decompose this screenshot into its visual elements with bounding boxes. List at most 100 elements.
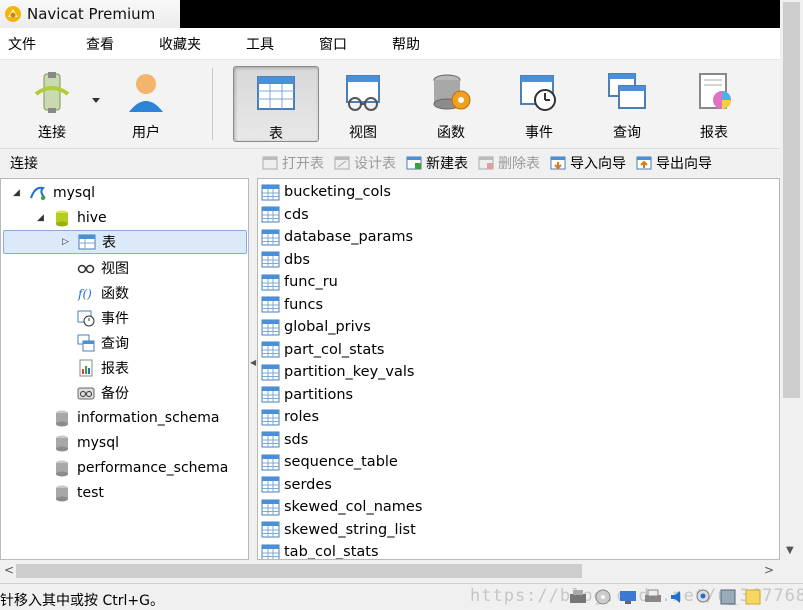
table-icon [261, 341, 280, 358]
expand-arrow-icon[interactable]: ▷ [62, 237, 72, 247]
tree-database-hive[interactable]: ◢ hive [37, 206, 107, 230]
table-list-item[interactable]: serdes [261, 474, 332, 496]
tree-database-information-schema[interactable]: information_schema [53, 406, 220, 430]
table-list-item[interactable]: database_params [261, 226, 413, 248]
horizontal-scrollbar[interactable]: < > [0, 561, 780, 581]
user-button[interactable]: 用户 [103, 66, 189, 142]
open-table-button[interactable]: 打开表 [262, 153, 324, 173]
delete-table-icon [478, 156, 494, 169]
table-list-item[interactable]: tab_col_stats [261, 541, 379, 559]
new-table-button[interactable]: 新建表 [406, 153, 468, 173]
table-list-item[interactable]: bucketing_cols [261, 181, 391, 203]
table-list-item[interactable]: global_privs [261, 316, 371, 338]
event-button[interactable]: 事件 [496, 66, 582, 142]
status-message: 针移入其中或按 Ctrl+G。 [0, 593, 164, 609]
connection-dropdown-arrow[interactable] [92, 98, 100, 103]
splitter-collapse-icon[interactable]: ◀ [250, 358, 256, 367]
table-list-item[interactable]: partitions [261, 384, 353, 406]
volume-icon[interactable] [668, 588, 688, 606]
design-table-icon [334, 156, 350, 169]
vertical-scrollbar[interactable]: ▼ [780, 0, 803, 560]
tree-item-events[interactable]: 事件 [77, 306, 129, 330]
menu-help[interactable]: 帮助 [384, 34, 428, 54]
user-icon [129, 74, 163, 112]
table-list-item[interactable]: funcs [261, 294, 323, 316]
expand-toggle-icon[interactable]: ◢ [37, 213, 47, 223]
disc-icon[interactable] [593, 588, 613, 606]
design-table-button[interactable]: 设计表 [334, 153, 396, 173]
tree-connection-mysql[interactable]: ◢ mysql [13, 181, 95, 205]
database-open-icon [56, 210, 68, 227]
table-list-item[interactable]: func_ru [261, 271, 338, 293]
export-wizard-button[interactable]: 导出向导 [636, 153, 712, 173]
table-list-item[interactable]: cds [261, 204, 309, 226]
navicat-logo-icon [5, 6, 21, 22]
report-icon [79, 359, 93, 377]
table-list-item[interactable]: sequence_table [261, 451, 398, 473]
menu-favorites[interactable]: 收藏夹 [151, 34, 209, 54]
connection-button[interactable]: 连接 [9, 66, 95, 142]
tree-item-backups[interactable]: 备份 [77, 381, 129, 405]
webcam-icon[interactable] [693, 588, 713, 606]
view-button[interactable]: 视图 [320, 66, 406, 142]
menu-file[interactable]: 文件 [0, 34, 44, 54]
connection-tree: ◢ mysql ◢ hive ▷ 表 视图 f() 函数 事件 查询 报表 备份… [0, 178, 249, 560]
table-list: bucketing_colscds database_params dbs func_… [257, 178, 780, 560]
keyboard-icon[interactable] [718, 588, 738, 606]
database-icon [56, 435, 68, 452]
toolbar-separator [212, 68, 213, 140]
import-wizard-button[interactable]: 导入向导 [550, 153, 626, 173]
user-label: 用户 [132, 125, 160, 141]
function-button[interactable]: 函数 [408, 66, 494, 142]
query-button[interactable]: 查询 [584, 66, 670, 142]
tree-item-queries[interactable]: 查询 [77, 331, 129, 355]
printer-icon[interactable] [643, 588, 663, 606]
table-icon [261, 409, 280, 425]
table-list-item[interactable]: part_col_stats [261, 339, 384, 361]
table-list-item[interactable]: sds [261, 429, 308, 451]
mysql-connection-icon [30, 186, 46, 200]
table-list-item[interactable]: partition_key_vals [261, 361, 414, 383]
network-icon[interactable] [568, 588, 588, 606]
tree-item-functions[interactable]: f() 函数 [77, 281, 129, 305]
table-list-item[interactable]: skewed_string_list [261, 519, 416, 541]
pane-splitter[interactable]: ◀ [249, 178, 257, 560]
table-icon [261, 544, 280, 559]
tree-database-mysql[interactable]: mysql [53, 431, 119, 455]
tree-item-views[interactable]: 视图 [77, 256, 129, 280]
table-icon [257, 76, 295, 110]
report-icon [699, 73, 731, 109]
table-icon [78, 234, 96, 250]
tree-item-reports[interactable]: 报表 [77, 356, 129, 380]
table-icon [261, 364, 280, 380]
report-button[interactable]: 报表 [671, 66, 757, 142]
menu-window[interactable]: 窗口 [311, 34, 355, 54]
table-list-item[interactable]: skewed_col_names [261, 496, 422, 518]
notes-icon[interactable] [743, 588, 763, 606]
delete-table-button[interactable]: 删除表 [478, 153, 540, 173]
tree-item-tables[interactable]: ▷ 表 [3, 230, 247, 254]
horizontal-scrollbar-thumb[interactable] [16, 564, 582, 578]
tree-database-performance-schema[interactable]: performance_schema [53, 456, 228, 480]
scroll-right-arrow-icon[interactable]: > [764, 563, 774, 577]
table-name: skewed_string_list [284, 521, 416, 538]
table-button[interactable]: 表 [233, 66, 319, 142]
table-list-item[interactable]: dbs [261, 249, 310, 271]
menu-tools[interactable]: 工具 [238, 34, 282, 54]
table-name: partitions [284, 386, 354, 403]
tree-database-test[interactable]: test [53, 481, 104, 505]
title-bar: Navicat Premium [0, 0, 780, 28]
svg-text:f(): f() [77, 287, 92, 301]
menu-bar: 文件 查看 收藏夹 工具 窗口 帮助 [0, 28, 780, 60]
vertical-scrollbar-thumb[interactable] [783, 2, 800, 398]
table-list-item[interactable]: roles [261, 406, 319, 428]
scroll-down-arrow-icon[interactable]: ▼ [786, 545, 794, 556]
monitor-icon[interactable] [618, 588, 638, 606]
table-name: bucketing_cols [284, 184, 391, 200]
expand-toggle-icon[interactable]: ◢ [13, 188, 23, 198]
system-tray [568, 588, 768, 606]
query-icon [608, 73, 646, 109]
scroll-left-arrow-icon[interactable]: < [4, 563, 14, 577]
menu-view[interactable]: 查看 [78, 34, 122, 54]
view-label: 视图 [349, 125, 377, 141]
